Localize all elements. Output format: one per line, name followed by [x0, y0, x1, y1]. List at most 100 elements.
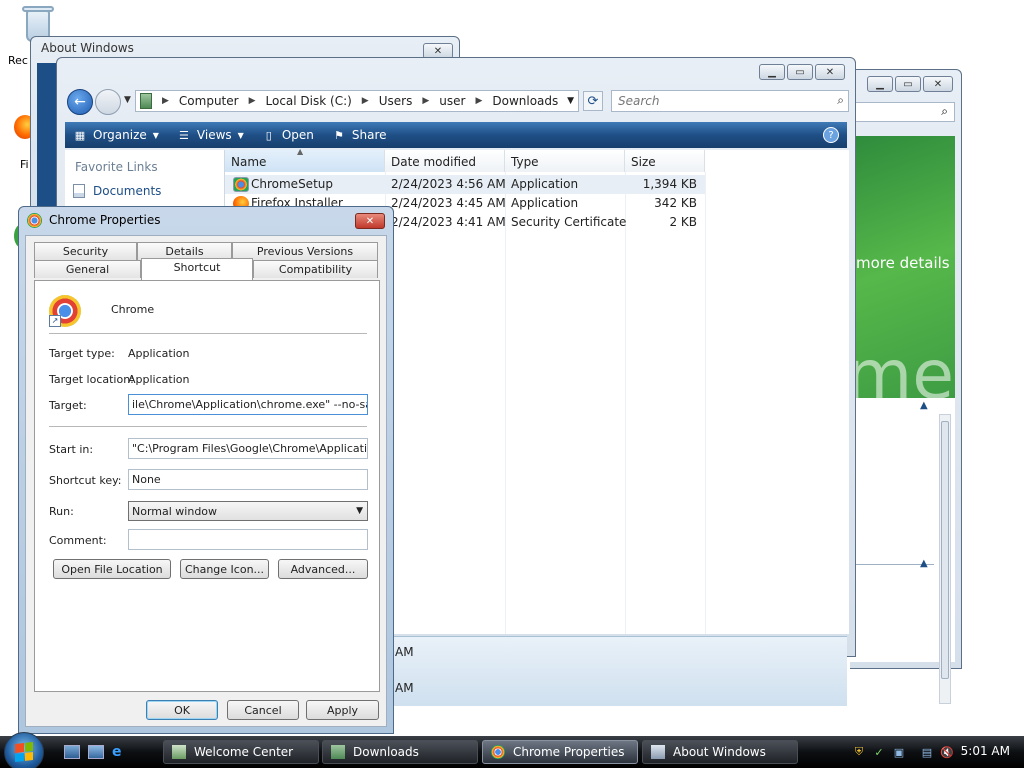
- help-icon[interactable]: ?: [823, 127, 839, 143]
- welcome-scrollbar[interactable]: [939, 414, 951, 704]
- chrome-setup-icon: [233, 177, 249, 192]
- shortcut-arrow-icon: ↗: [49, 315, 61, 327]
- breadcrumb-item[interactable]: Users: [379, 94, 413, 108]
- search-icon[interactable]: ⌕: [837, 93, 844, 108]
- column-divider: [705, 172, 706, 634]
- taskbar: e Welcome Center Downloads Chrome Proper…: [0, 732, 1024, 768]
- column-header-size[interactable]: Size: [625, 150, 705, 172]
- file-date: 2/24/2023 4:45 AM: [391, 196, 506, 210]
- recent-pages-dropdown-icon[interactable]: ▼: [124, 95, 131, 105]
- more-details-link[interactable]: more details: [856, 254, 950, 272]
- address-bar[interactable]: ▶ Computer ▶ Local Disk (C:) ▶ Users ▶ u…: [135, 90, 579, 112]
- forward-button[interactable]: [95, 89, 121, 115]
- command-toolbar: ▦ Organize ▼ ☰ Views ▼ ▯ Open ⚑ Share ?: [65, 122, 847, 148]
- run-select[interactable]: Normal window ▼: [128, 501, 368, 521]
- explorer-maximize-button[interactable]: ▭: [787, 64, 813, 80]
- file-date: 2/24/2023 4:41 AM: [391, 215, 506, 229]
- views-button[interactable]: ☰ Views ▼: [177, 128, 244, 142]
- clock[interactable]: 5:01 AM: [961, 744, 1010, 758]
- share-button[interactable]: ⚑ Share: [332, 128, 387, 142]
- scrollbar-thumb[interactable]: [941, 421, 949, 679]
- nav-item-documents[interactable]: Documents: [73, 184, 161, 198]
- views-label: Views: [196, 128, 232, 142]
- breadcrumb-item[interactable]: Local Disk (C:): [266, 94, 352, 108]
- open-button[interactable]: ▯ Open: [262, 128, 314, 142]
- start-button[interactable]: [4, 732, 44, 768]
- sort-up-icon: ▲: [297, 147, 304, 156]
- tab-shortcut[interactable]: Shortcut: [141, 258, 253, 280]
- breadcrumb-separator-icon: ▶: [361, 96, 369, 106]
- taskbar-item-downloads[interactable]: Downloads: [322, 740, 478, 764]
- tab-general[interactable]: General: [34, 260, 141, 278]
- divider: [49, 333, 367, 334]
- target-location-value: Application: [128, 373, 190, 386]
- internet-explorer-icon[interactable]: e: [112, 745, 128, 759]
- welcome-minimize-button[interactable]: ▁: [867, 76, 893, 92]
- network-status-icon[interactable]: ✓: [872, 745, 886, 759]
- column-header-date[interactable]: Date modified: [385, 150, 505, 172]
- advanced-button[interactable]: Advanced...: [278, 559, 368, 579]
- taskbar-item-about-windows[interactable]: About Windows: [642, 740, 798, 764]
- show-desktop-icon[interactable]: [64, 745, 80, 759]
- start-in-input[interactable]: "C:\Program Files\Google\Chrome\Applicat…: [128, 438, 368, 459]
- views-icon: ☰: [178, 128, 189, 142]
- file-row[interactable]: ChromeSetup 2/24/2023 4:56 AM Applicatio…: [225, 175, 705, 194]
- windows-update-icon[interactable]: ▣: [892, 745, 906, 759]
- column-header-name[interactable]: ▲ Name: [225, 147, 385, 172]
- explorer-close-button[interactable]: ✕: [815, 64, 845, 80]
- ok-button[interactable]: OK: [146, 700, 218, 720]
- taskbar-item-label: Downloads: [353, 745, 419, 759]
- organize-icon: ▦: [74, 128, 86, 142]
- welcome-close-button[interactable]: ✕: [923, 76, 953, 92]
- comment-input[interactable]: [128, 529, 368, 550]
- about-windows-title: About Windows: [41, 41, 134, 55]
- chrome-properties-dialog[interactable]: Chrome Properties ✕ Security Details Pre…: [18, 206, 394, 734]
- security-shield-icon[interactable]: ⛨: [852, 745, 866, 759]
- target-label: Target:: [49, 399, 87, 412]
- cancel-button[interactable]: Cancel: [227, 700, 299, 720]
- taskbar-item-welcome-center[interactable]: Welcome Center: [163, 740, 319, 764]
- network-icon[interactable]: ▤: [920, 745, 934, 759]
- back-button[interactable]: ←: [67, 89, 93, 115]
- search-input[interactable]: Search ⌕: [611, 90, 849, 112]
- dialog-close-button[interactable]: ✕: [355, 213, 385, 229]
- target-input[interactable]: ile\Chrome\Application\chrome.exe" --no-…: [128, 394, 368, 415]
- breadcrumb-separator-icon: ▶: [162, 96, 169, 106]
- details-text: AM: [395, 681, 414, 695]
- taskbar-item-label: About Windows: [673, 745, 766, 759]
- recycle-bin-label: Rec: [8, 54, 28, 67]
- collapse-up-icon[interactable]: ▲: [920, 558, 928, 569]
- tab-compatibility[interactable]: Compatibility: [253, 260, 378, 278]
- refresh-button[interactable]: ⟳: [583, 91, 603, 111]
- file-name: ChromeSetup: [251, 177, 333, 191]
- apply-button[interactable]: Apply: [306, 700, 379, 720]
- switch-windows-icon[interactable]: [88, 745, 104, 759]
- tab-previous-versions[interactable]: Previous Versions: [232, 242, 378, 260]
- organize-button[interactable]: ▦ Organize ▼: [73, 128, 159, 142]
- volume-muted-icon[interactable]: 🔇: [940, 745, 954, 759]
- tab-security[interactable]: Security: [34, 242, 137, 260]
- breadcrumb-item[interactable]: Computer: [179, 94, 239, 108]
- share-icon: ⚑: [333, 128, 344, 142]
- column-label: Name: [231, 155, 267, 169]
- explorer-minimize-button[interactable]: ▁: [759, 64, 785, 80]
- change-icon-button[interactable]: Change Icon...: [180, 559, 269, 579]
- open-file-location-button[interactable]: Open File Location: [53, 559, 171, 579]
- welcome-center-window[interactable]: ▁ ▭ ✕ ⌕ more details me ▲ ▲: [850, 69, 962, 704]
- file-type: Application: [511, 196, 579, 210]
- refresh-icon: ⟳: [587, 93, 599, 109]
- column-label: Type: [511, 155, 539, 169]
- documents-icon: [73, 184, 85, 198]
- app-name: Chrome: [111, 303, 155, 316]
- welcome-maximize-button[interactable]: ▭: [895, 76, 921, 92]
- collapse-up-icon[interactable]: ▲: [920, 400, 928, 411]
- column-header-type[interactable]: Type: [505, 150, 625, 172]
- welcome-search-input[interactable]: ⌕: [850, 102, 955, 122]
- shortcut-key-input[interactable]: None: [128, 469, 368, 490]
- column-label: Date modified: [391, 155, 477, 169]
- breadcrumb-item[interactable]: user: [439, 94, 465, 108]
- taskbar-item-chrome-properties[interactable]: Chrome Properties: [482, 740, 638, 764]
- search-icon: ⌕: [941, 104, 948, 118]
- breadcrumb-item[interactable]: Downloads: [492, 94, 558, 108]
- address-dropdown-icon[interactable]: ▼: [567, 96, 574, 106]
